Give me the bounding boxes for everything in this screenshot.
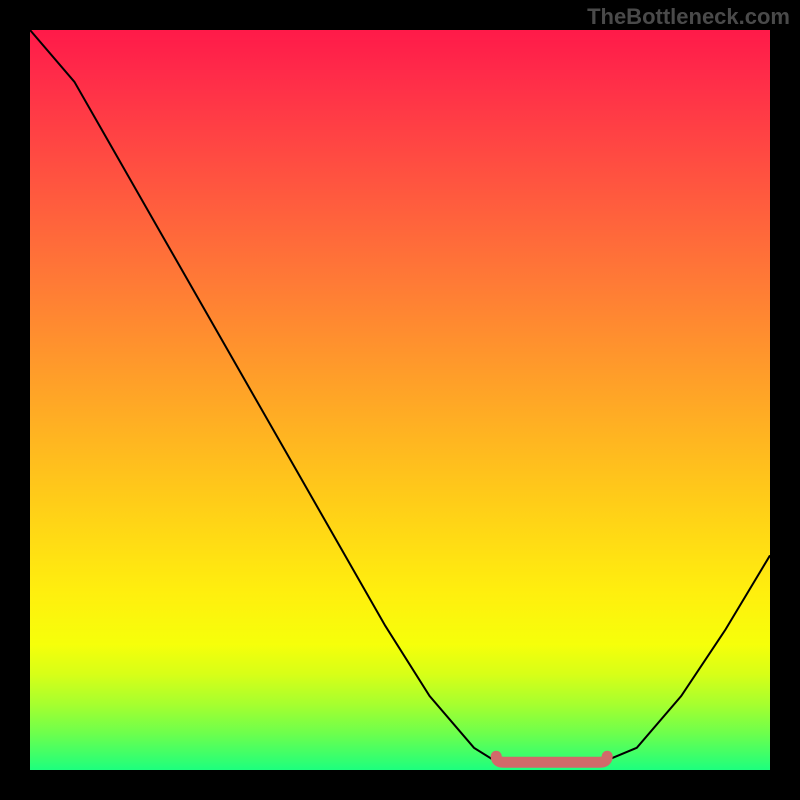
watermark-text: TheBottleneck.com (587, 4, 790, 30)
curve-path (30, 30, 770, 766)
chart-svg (30, 30, 770, 770)
highlight-path (496, 756, 607, 762)
chart-frame (30, 30, 770, 770)
